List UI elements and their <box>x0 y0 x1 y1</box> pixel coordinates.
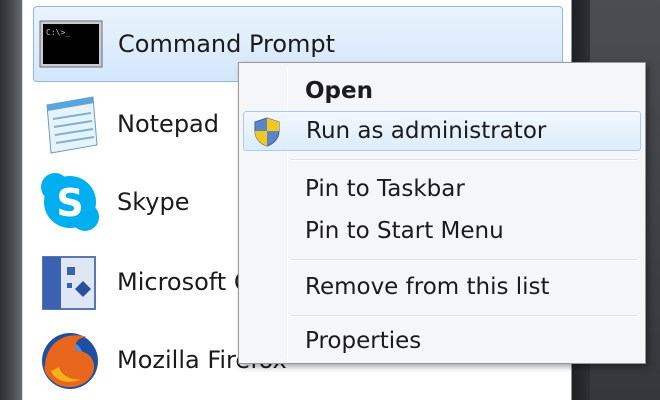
menu-separator <box>291 315 637 317</box>
command-prompt-icon: C:\>_ <box>38 11 104 77</box>
visio-icon <box>37 249 103 315</box>
program-label: Skype <box>117 188 190 216</box>
svg-text:S: S <box>56 181 83 225</box>
menu-item-pin-to-start-menu[interactable]: Pin to Start Menu <box>243 211 641 251</box>
menu-item-properties[interactable]: Properties <box>243 321 641 361</box>
program-label: Notepad <box>117 110 219 138</box>
menu-item-label: Remove from this list <box>305 274 550 300</box>
uac-shield-icon <box>254 117 280 147</box>
menu-separator <box>291 259 637 261</box>
firefox-icon <box>37 327 103 393</box>
start-menu-frame-left <box>0 0 22 400</box>
menu-item-label: Open <box>305 78 373 104</box>
menu-item-run-as-administrator[interactable]: Run as administrator <box>243 111 641 151</box>
menu-item-label: Properties <box>305 328 422 354</box>
menu-item-remove-from-list[interactable]: Remove from this list <box>243 267 641 307</box>
skype-icon: S <box>37 169 103 235</box>
menu-item-label: Run as administrator <box>306 118 547 144</box>
notepad-icon <box>37 91 103 157</box>
menu-item-open[interactable]: Open <box>243 71 641 111</box>
menu-item-pin-to-taskbar[interactable]: Pin to Taskbar <box>243 169 641 209</box>
program-label: Command Prompt <box>118 30 336 58</box>
menu-separator <box>291 159 637 161</box>
program-label: Microsoft O <box>117 268 253 296</box>
menu-item-label: Pin to Start Menu <box>305 218 504 244</box>
menu-item-label: Pin to Taskbar <box>305 176 465 202</box>
context-menu: Open Run as administrator Pin to Taskbar… <box>238 62 646 364</box>
svg-text:C:\>_: C:\>_ <box>46 28 70 37</box>
